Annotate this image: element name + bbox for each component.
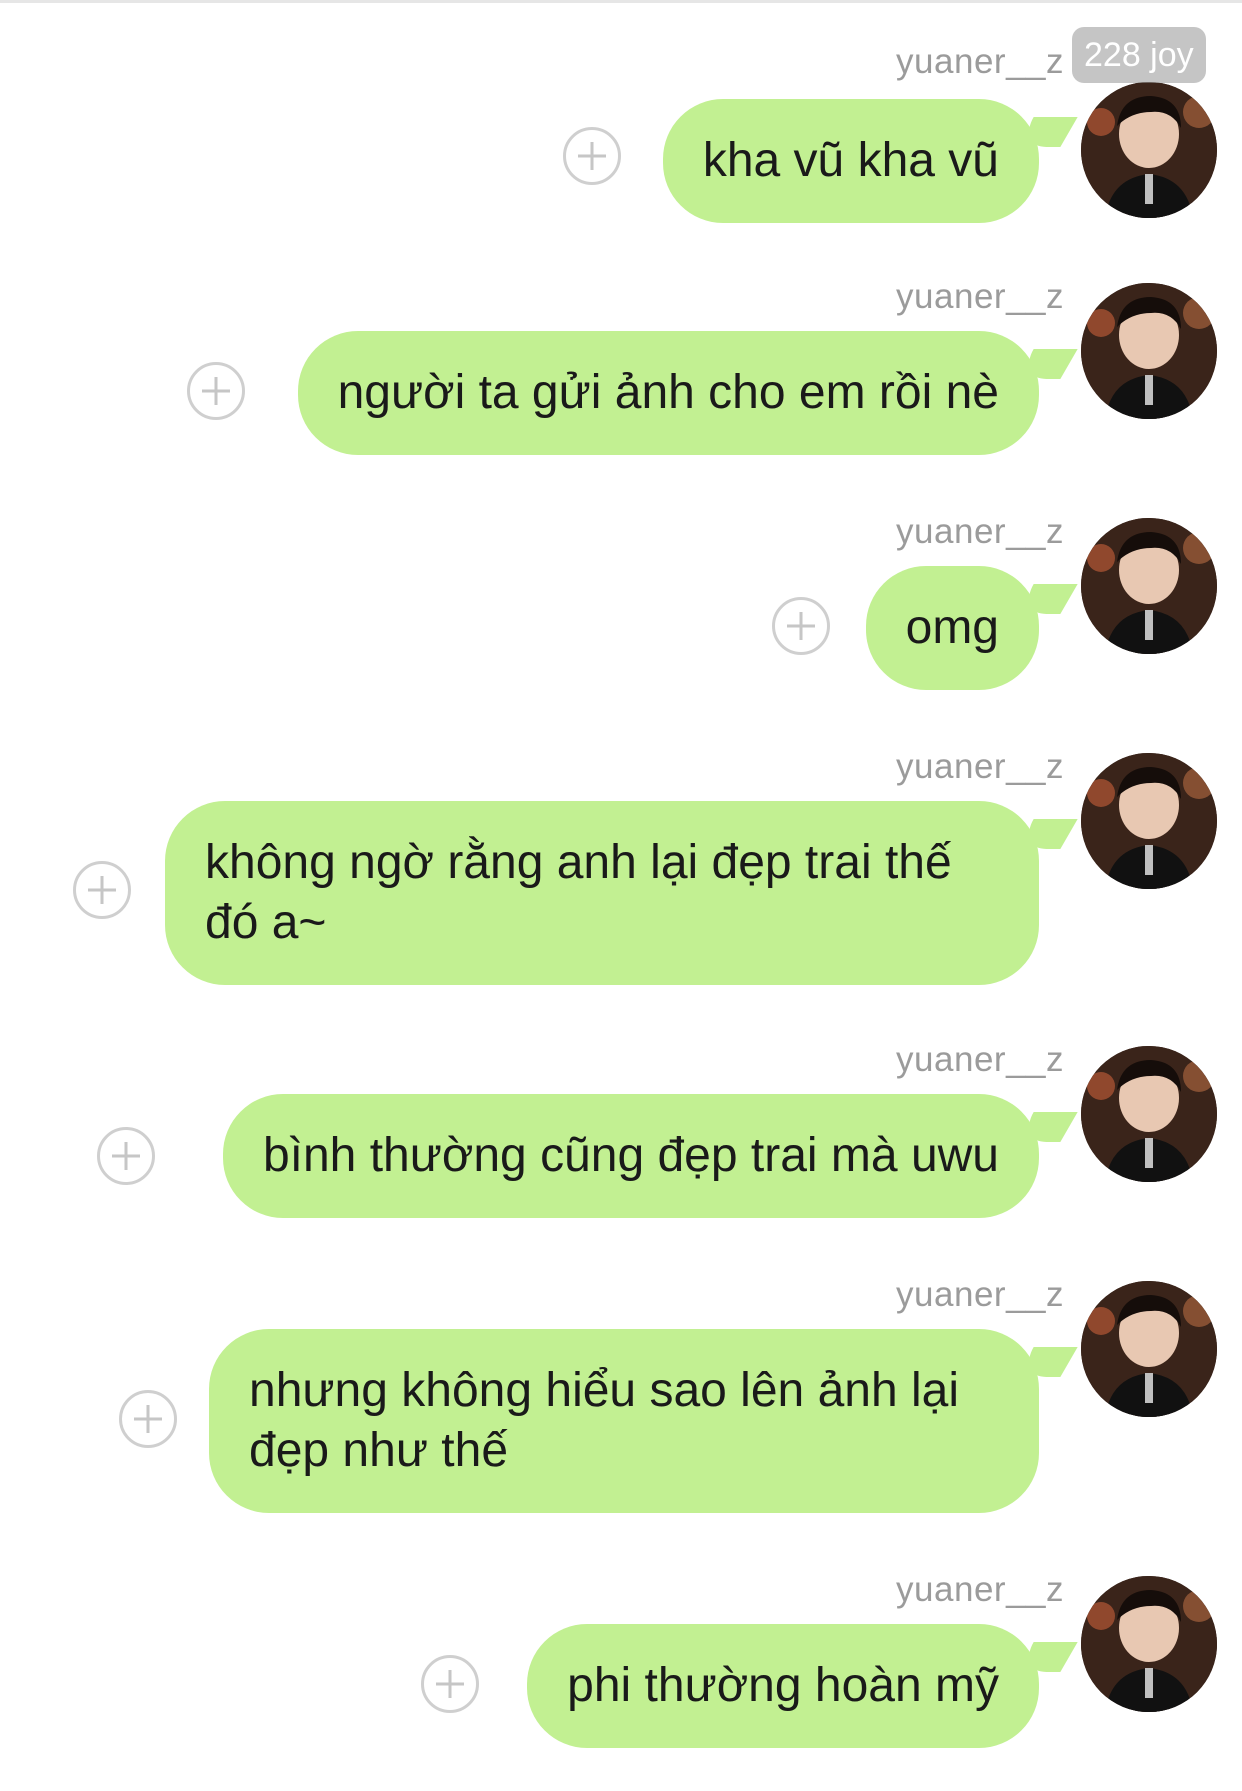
avatar[interactable] <box>1081 1046 1217 1182</box>
sender-name: yuaner__z <box>896 277 1064 316</box>
message-bubble[interactable]: người ta gửi ảnh cho em rồi nè <box>297 331 1039 455</box>
plus-circle-icon[interactable] <box>97 1127 155 1185</box>
message-row: yuaner__z kha vũ kha vũ <box>0 42 1242 223</box>
plus-circle-icon[interactable] <box>73 861 131 919</box>
message-row: yuaner__z phi thường hoàn mỹ <box>0 1570 1242 1748</box>
sender-name: yuaner__z <box>896 1275 1064 1314</box>
sender-name: yuaner__z <box>896 747 1064 786</box>
message-bubble[interactable]: kha vũ kha vũ <box>662 99 1039 223</box>
plus-circle-icon[interactable] <box>421 1655 479 1713</box>
message-row: yuaner__z không ngờ rằng anh lại đẹp tra… <box>0 747 1242 987</box>
top-divider <box>0 0 1242 3</box>
sender-name: yuaner__z <box>896 1570 1064 1609</box>
avatar[interactable] <box>1081 82 1217 218</box>
plus-circle-icon[interactable] <box>119 1390 177 1448</box>
avatar[interactable] <box>1081 753 1217 889</box>
message-row: yuaner__z omg <box>0 512 1242 690</box>
message-row: yuaner__z nhưng không hiểu sao lên ảnh l… <box>0 1275 1242 1515</box>
message-row: yuaner__z bình thường cũng đẹp trai mà u… <box>0 1040 1242 1218</box>
message-bubble[interactable]: bình thường cũng đẹp trai mà uwu <box>222 1094 1039 1218</box>
avatar[interactable] <box>1081 518 1217 654</box>
avatar[interactable] <box>1081 1281 1217 1417</box>
message-bubble[interactable]: phi thường hoàn mỹ <box>527 1624 1039 1748</box>
sender-name: yuaner__z <box>896 42 1064 81</box>
message-bubble[interactable]: không ngờ rằng anh lại đẹp trai thế đó a… <box>165 801 1039 985</box>
message-row: yuaner__z người ta gửi ảnh cho em rồi nè <box>0 277 1242 455</box>
message-bubble[interactable]: omg <box>865 566 1039 690</box>
avatar[interactable] <box>1081 283 1217 419</box>
watermark-badge: 228 joy <box>1072 27 1206 83</box>
avatar[interactable] <box>1081 1576 1217 1712</box>
plus-circle-icon[interactable] <box>772 597 830 655</box>
plus-circle-icon[interactable] <box>187 362 245 420</box>
sender-name: yuaner__z <box>896 512 1064 551</box>
sender-name: yuaner__z <box>896 1040 1064 1079</box>
plus-circle-icon[interactable] <box>563 127 621 185</box>
message-bubble[interactable]: nhưng không hiểu sao lên ảnh lại đẹp như… <box>209 1329 1039 1513</box>
